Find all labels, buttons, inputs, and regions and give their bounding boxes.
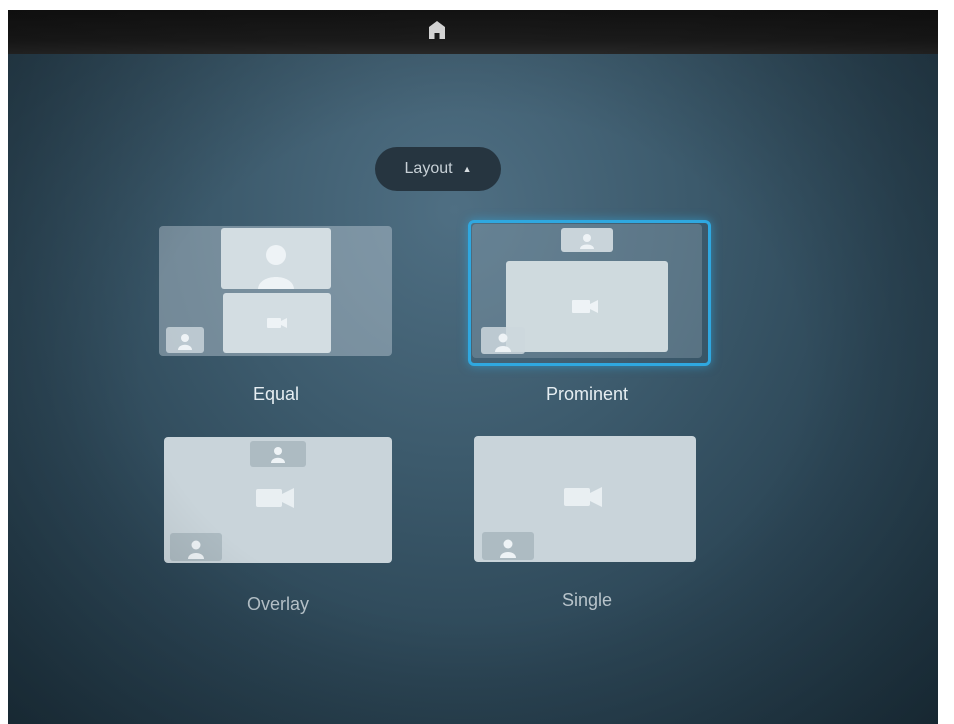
layout-menu-button[interactable]: Layout ▲ [375, 147, 501, 191]
home-icon [429, 21, 445, 39]
layout-option-prominent[interactable] [472, 224, 702, 358]
camera-icon [267, 318, 287, 328]
caret-up-icon: ▲ [462, 164, 472, 174]
person-icon [580, 234, 594, 249]
participant-frame-main [506, 261, 668, 352]
self-view-frame [166, 327, 204, 353]
self-view-frame [481, 327, 525, 354]
participant-frame-bottom [223, 293, 331, 353]
layout-option-overlay[interactable] [164, 437, 392, 563]
single-thumbnail [474, 436, 696, 562]
home-button[interactable] [423, 16, 451, 44]
top-bar [8, 10, 938, 54]
layout-menu-label: Layout [404, 160, 453, 177]
self-view-frame [482, 532, 534, 560]
self-view-frame [170, 533, 222, 561]
participant-frame-top [221, 228, 331, 289]
person-icon [495, 333, 511, 352]
overlay-thumbnail [164, 437, 392, 563]
person-icon [178, 334, 192, 350]
person-icon [188, 540, 204, 559]
layout-option-prominent-label: Prominent [545, 384, 629, 404]
layout-option-equal[interactable] [159, 226, 392, 356]
video-layout-screen: Layout ▲ Equal Prominent Overlay Single [8, 10, 938, 724]
layout-option-overlay-label: Overlay [246, 594, 309, 614]
layout-option-single[interactable] [474, 436, 696, 562]
prominent-thumbnail [472, 224, 702, 358]
person-icon [500, 539, 516, 558]
person-icon [271, 447, 285, 463]
layout-option-single-label: Single [561, 590, 613, 610]
participant-frame-overlay [250, 441, 306, 467]
participant-frame-small [561, 228, 613, 252]
layout-option-equal-label: Equal [252, 384, 300, 404]
camera-icon [572, 300, 598, 313]
person-icon [258, 245, 294, 289]
equal-thumbnail [159, 226, 392, 356]
screen-vignette [8, 10, 938, 724]
